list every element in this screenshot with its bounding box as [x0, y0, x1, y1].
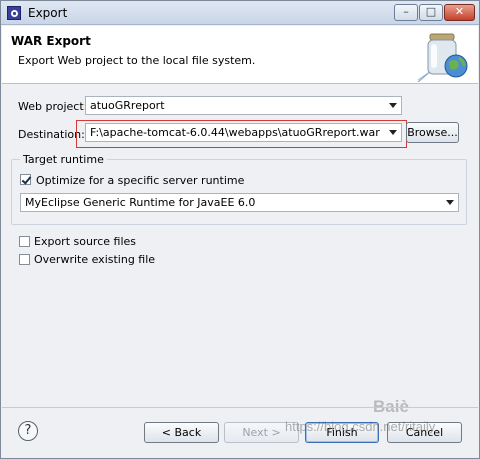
title-bar[interactable]: Export – □ ✕ — [1, 1, 479, 25]
footer-separator — [2, 407, 478, 408]
minimize-button[interactable]: – — [394, 4, 418, 21]
export-source-label[interactable]: Export source files — [34, 235, 136, 248]
app-icon — [7, 6, 21, 20]
destination-label: Destination: — [18, 128, 85, 141]
runtime-value: MyEclipse Generic Runtime for JavaEE 6.0 — [25, 196, 256, 209]
back-button[interactable]: < Back — [144, 422, 219, 443]
overwrite-label[interactable]: Overwrite existing file — [34, 253, 155, 266]
finish-button[interactable]: Finish — [305, 422, 379, 443]
overwrite-checkbox[interactable] — [19, 254, 30, 265]
destination-combo[interactable]: F:\apache-tomcat-6.0.44\webapps\atuoGRre… — [85, 123, 402, 142]
web-project-select[interactable]: atuoGRreport — [85, 96, 402, 115]
next-button[interactable]: Next > — [224, 422, 299, 443]
optimize-label[interactable]: Optimize for a specific server runtime — [36, 174, 244, 187]
browse-button[interactable]: Browse... — [406, 122, 459, 143]
wizard-banner: WAR Export Export Web project to the loc… — [2, 26, 478, 84]
cancel-button[interactable]: Cancel — [387, 422, 462, 443]
page-description: Export Web project to the local file sys… — [18, 54, 256, 67]
close-button[interactable]: ✕ — [444, 4, 475, 21]
chevron-down-icon — [389, 103, 397, 108]
target-runtime-group — [11, 159, 467, 225]
jar-globe-icon — [417, 33, 468, 82]
window-title: Export — [28, 6, 68, 20]
help-icon[interactable]: ? — [18, 421, 38, 441]
page-title: WAR Export — [11, 34, 91, 48]
export-source-checkbox[interactable] — [19, 236, 30, 247]
destination-value: F:\apache-tomcat-6.0.44\webapps\atuoGRre… — [90, 126, 380, 139]
chevron-down-icon — [389, 130, 397, 135]
optimize-checkbox[interactable] — [20, 174, 31, 185]
target-runtime-legend: Target runtime — [20, 153, 107, 166]
runtime-select[interactable]: MyEclipse Generic Runtime for JavaEE 6.0 — [20, 193, 459, 212]
maximize-button[interactable]: □ — [419, 4, 443, 21]
web-project-value: atuoGRreport — [90, 99, 165, 112]
chevron-down-icon — [446, 200, 454, 205]
export-dialog: Export – □ ✕ WAR Export Export Web proje… — [0, 0, 480, 459]
web-project-label: Web project: — [18, 100, 88, 113]
